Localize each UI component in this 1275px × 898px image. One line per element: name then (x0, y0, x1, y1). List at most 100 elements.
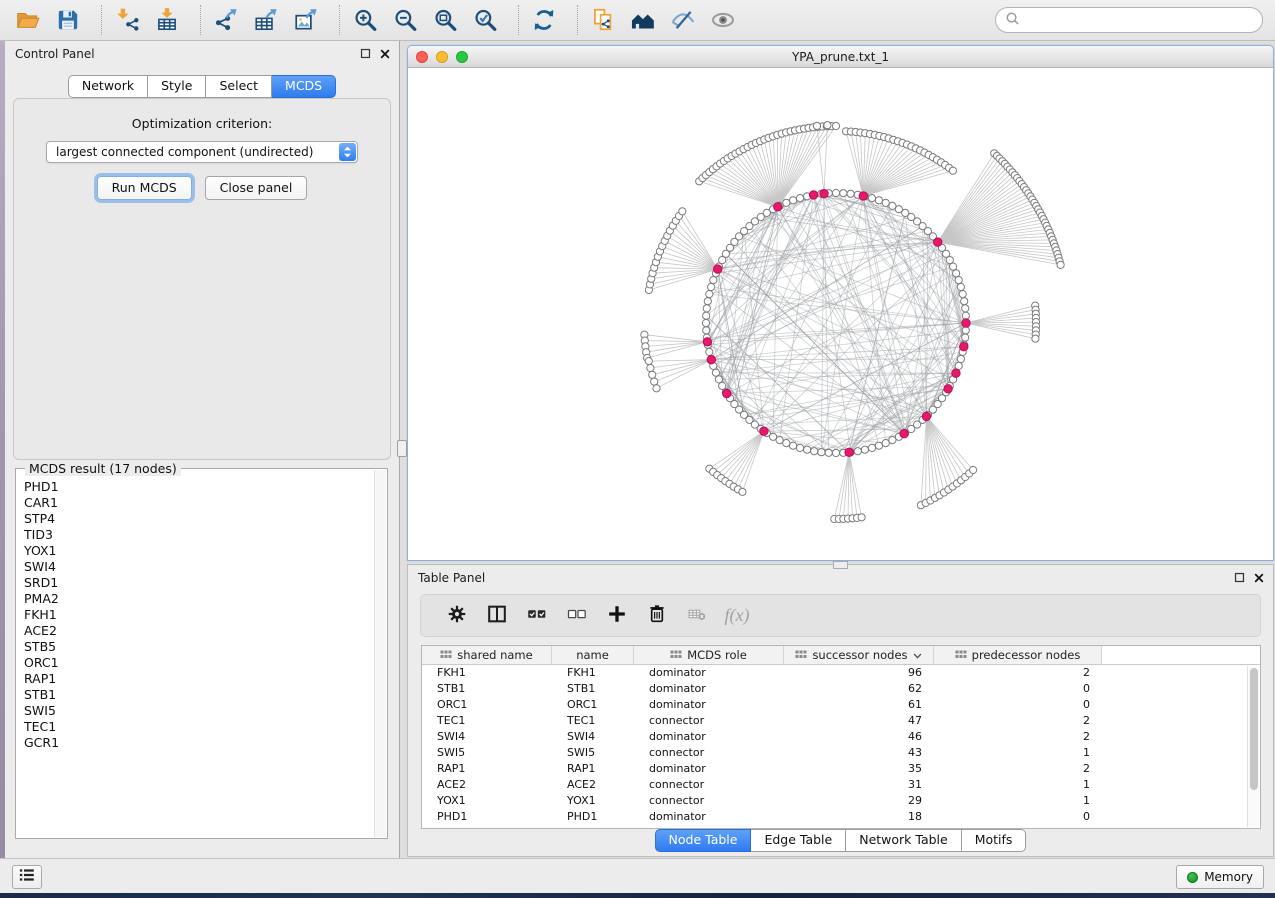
search-box[interactable] (995, 7, 1263, 33)
graph-node[interactable] (889, 202, 896, 209)
network-graph[interactable] (408, 68, 1273, 560)
tab-mcds[interactable]: MCDS (272, 75, 336, 98)
graph-node[interactable] (703, 312, 710, 319)
home-views-button[interactable] (627, 4, 659, 36)
graph-node[interactable] (861, 446, 868, 453)
graph-hub-node[interactable] (809, 191, 817, 199)
graph-node[interactable] (1032, 335, 1039, 342)
graph-node[interactable] (783, 199, 790, 206)
network-canvas[interactable] (408, 68, 1273, 560)
table-tab-node-table[interactable]: Node Table (655, 829, 752, 852)
graph-node[interactable] (957, 355, 964, 362)
close-panel-icon[interactable] (379, 48, 391, 60)
graph-node[interactable] (818, 449, 825, 456)
table-scrollbar[interactable] (1247, 666, 1259, 827)
graph-node[interactable] (679, 208, 686, 215)
graph-node[interactable] (875, 197, 882, 204)
table-row[interactable]: ORC1ORC1dominator610 (422, 697, 1247, 713)
graph-node[interactable] (796, 195, 803, 202)
tab-style[interactable]: Style (148, 75, 206, 98)
graph-node[interactable] (832, 449, 839, 456)
graph-node[interactable] (955, 277, 962, 284)
graph-hub-node[interactable] (859, 192, 867, 200)
export-table-button[interactable] (250, 4, 282, 36)
graph-node[interactable] (783, 440, 790, 447)
column-header-predecessor-nodes[interactable]: predecessor nodes (934, 646, 1102, 664)
graph-node[interactable] (708, 283, 715, 290)
graph-hub-node[interactable] (922, 412, 930, 420)
mcds-result-item[interactable]: TEC1 (24, 719, 373, 735)
graph-node[interactable] (832, 189, 839, 196)
split-view-button[interactable] (477, 601, 517, 631)
graph-hub-node[interactable] (723, 389, 731, 397)
graph-node[interactable] (653, 385, 660, 392)
mcds-list-scrollbar[interactable] (374, 470, 386, 837)
graph-node[interactable] (832, 122, 839, 129)
graph-node[interactable] (739, 488, 746, 495)
refresh-view-button[interactable] (528, 4, 560, 36)
graph-node[interactable] (957, 283, 964, 290)
table-row[interactable]: PHD1PHD1dominator180 (422, 809, 1247, 825)
mcds-result-item[interactable]: CAR1 (24, 495, 373, 511)
import-table-button[interactable] (151, 4, 183, 36)
table-scrollbar-thumb[interactable] (1250, 668, 1258, 790)
mcds-result-item[interactable]: YOX1 (24, 543, 373, 559)
mcds-result-item[interactable]: FKH1 (24, 607, 373, 623)
graph-node[interactable] (703, 327, 710, 334)
table-row[interactable]: FKH1FKH1dominator962 (422, 665, 1247, 681)
add-column-button[interactable] (597, 601, 637, 631)
graph-node[interactable] (645, 358, 652, 365)
mcds-result-item[interactable]: SRD1 (24, 575, 373, 591)
graph-node[interactable] (840, 190, 847, 197)
graph-hub-node[interactable] (714, 265, 722, 273)
table-row[interactable]: STB1STB1dominator620 (422, 681, 1247, 697)
table-tab-edge-table[interactable]: Edge Table (751, 829, 846, 852)
column-header-successor-nodes[interactable]: successor nodes (784, 646, 934, 664)
memory-button[interactable]: Memory (1176, 865, 1264, 889)
network-window-titlebar[interactable]: YPA_prune.txt_1 (408, 46, 1273, 68)
horizontal-splitter-handle[interactable] (833, 561, 848, 569)
graph-hub-node[interactable] (703, 338, 711, 346)
graph-node[interactable] (858, 514, 865, 521)
mcds-result-item[interactable]: STP4 (24, 511, 373, 527)
zoom-out-button[interactable] (389, 4, 421, 36)
delete-column-button[interactable] (637, 601, 677, 631)
graph-node[interactable] (710, 277, 717, 284)
graph-node[interactable] (776, 437, 783, 444)
graph-hub-node[interactable] (962, 319, 970, 327)
table-row[interactable]: YOX1YOX1connector291 (422, 793, 1247, 809)
table-row[interactable]: TEC1TEC1connector472 (422, 713, 1247, 729)
duplicate-network-button[interactable] (587, 4, 619, 36)
table-row[interactable]: ACE2ACE2connector311 (422, 777, 1247, 793)
graph-hub-node[interactable] (944, 385, 952, 393)
export-network-button[interactable] (210, 4, 242, 36)
optimization-criterion-select[interactable]: largest connected component (undirected) (46, 141, 358, 163)
table-tab-network-table[interactable]: Network Table (846, 829, 962, 852)
maximize-window-icon[interactable] (456, 51, 468, 63)
graph-node[interactable] (962, 327, 969, 334)
mcds-result-item[interactable]: SWI4 (24, 559, 373, 575)
graph-node[interactable] (824, 122, 831, 129)
graph-node[interactable] (790, 442, 797, 449)
mcds-result-item[interactable]: PHD1 (24, 479, 373, 495)
run-mcds-button[interactable]: Run MCDS (97, 176, 192, 200)
vertical-splitter-handle[interactable] (397, 440, 407, 457)
open-file-button[interactable] (12, 4, 44, 36)
task-history-button[interactable] (12, 865, 42, 889)
mcds-result-item[interactable]: STB5 (24, 639, 373, 655)
zoom-selected-button[interactable] (469, 4, 501, 36)
hide-elements-button[interactable] (667, 4, 699, 36)
import-network-button[interactable] (111, 4, 143, 36)
graph-node[interactable] (706, 348, 713, 355)
table-tab-motifs[interactable]: Motifs (962, 829, 1027, 852)
search-input[interactable] (1026, 13, 1253, 27)
graph-node[interactable] (647, 364, 654, 371)
graph-node[interactable] (953, 270, 960, 277)
graph-node[interactable] (1057, 261, 1064, 268)
graph-hub-node[interactable] (952, 369, 960, 377)
mcds-result-item[interactable]: ORC1 (24, 655, 373, 671)
mcds-result-item[interactable]: ACE2 (24, 623, 373, 639)
graph-node[interactable] (949, 167, 956, 174)
tab-select[interactable]: Select (206, 75, 272, 98)
zoom-in-button[interactable] (349, 4, 381, 36)
